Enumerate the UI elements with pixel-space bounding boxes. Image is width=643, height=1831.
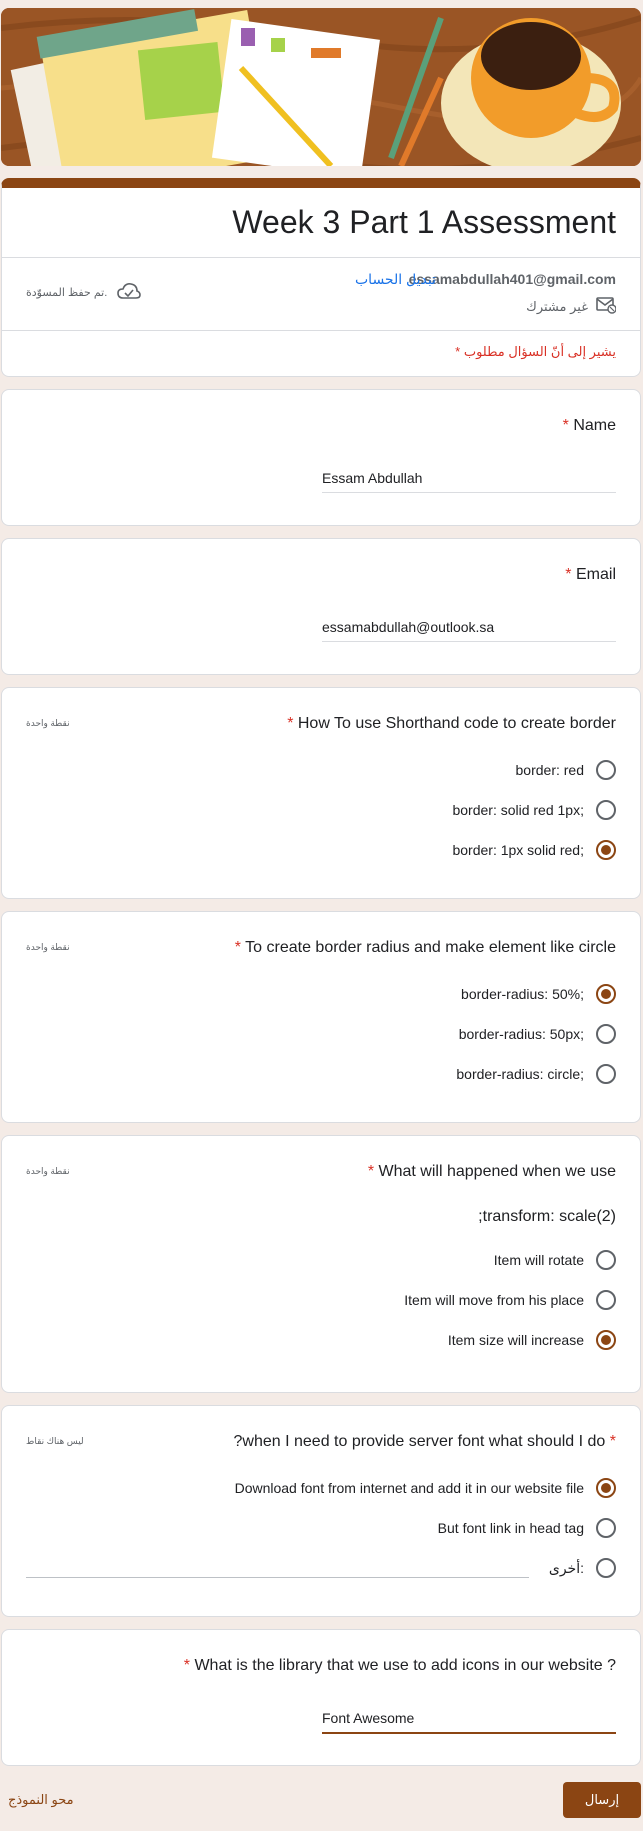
question-border-radius: * To create border radius and make eleme… xyxy=(1,911,641,1123)
question-subtitle: transform: scale(2); xyxy=(478,1208,616,1225)
not-shared-indicator: غير مشترك xyxy=(526,296,617,317)
question-title: * What will happened when we use xyxy=(367,1163,616,1180)
question-title: * when I need to provide server font wha… xyxy=(233,1433,616,1450)
radio-button-selected[interactable] xyxy=(596,840,616,860)
option-radio[interactable]: border: solid red 1px; xyxy=(26,790,616,830)
radio-button[interactable] xyxy=(596,760,616,780)
question-email: * Email essamabdullah@outlook.sa xyxy=(1,538,641,675)
cloud-check-icon xyxy=(117,282,142,303)
option-radio[interactable]: Item will move from his place xyxy=(26,1280,616,1320)
question-title: * How To use Shorthand code to create bo… xyxy=(287,715,616,732)
option-radio[interactable]: Download font from internet and add it i… xyxy=(26,1468,616,1508)
radio-button[interactable] xyxy=(596,1250,616,1270)
radio-button[interactable] xyxy=(596,1290,616,1310)
clear-form-button[interactable]: محو النموذج xyxy=(8,1792,74,1808)
radio-button-selected[interactable] xyxy=(596,984,616,1004)
not-shared-text: غير مشترك xyxy=(526,298,588,314)
other-text-input[interactable] xyxy=(26,1558,529,1578)
question-server-font: * when I need to provide server font wha… xyxy=(1,1405,641,1617)
icon-library-input[interactable]: Font Awesome xyxy=(322,1702,616,1734)
account-email: essamabdullah401@gmail.com xyxy=(408,271,616,287)
radio-button[interactable] xyxy=(596,1518,616,1538)
radio-button[interactable] xyxy=(596,800,616,820)
radio-button[interactable] xyxy=(596,1024,616,1044)
points-label: نقطة واحدة xyxy=(26,1166,70,1176)
question-title: * To create border radius and make eleme… xyxy=(234,939,616,956)
option-radio[interactable]: border-radius: 50%; xyxy=(26,974,616,1014)
option-other[interactable]: أخرى: xyxy=(26,1548,616,1588)
question-name: * Name Essam Abdullah xyxy=(1,389,641,526)
option-radio[interactable]: border: 1px solid red; xyxy=(26,830,616,870)
points-label: ليس هناك نقاط xyxy=(26,1436,84,1446)
draft-status: تم حفظ المسوّدة. xyxy=(26,282,142,303)
radio-button[interactable] xyxy=(596,1558,616,1578)
account-row: essamabdullah401@gmail.com تبديل الحساب … xyxy=(2,258,640,330)
points-label: نقطة واحدة xyxy=(26,942,70,952)
question-transform-scale: * What will happened when we use نقطة وا… xyxy=(1,1135,641,1393)
form-title: Week 3 Part 1 Assessment xyxy=(232,204,616,240)
option-radio[interactable]: But font link in head tag xyxy=(26,1508,616,1548)
option-radio[interactable]: border-radius: 50px; xyxy=(26,1014,616,1054)
submit-button[interactable]: إرسال xyxy=(563,1782,641,1818)
question-title: * What is the library that we use to add… xyxy=(183,1657,616,1674)
form-footer: إرسال محو النموذج xyxy=(0,1780,643,1820)
radio-button[interactable] xyxy=(596,1064,616,1084)
switch-account-link[interactable]: تبديل الحساب xyxy=(355,271,436,288)
question-icon-library: * What is the library that we use to add… xyxy=(1,1629,641,1766)
form-header-card: Week 3 Part 1 Assessment essamabdullah40… xyxy=(1,178,641,377)
email-input[interactable]: essamabdullah@outlook.sa xyxy=(322,611,616,642)
option-radio[interactable]: Item size will increase xyxy=(26,1320,616,1360)
radio-button-selected[interactable] xyxy=(596,1478,616,1498)
option-radio[interactable]: border: red xyxy=(26,750,616,790)
draft-saved-text: تم حفظ المسوّدة. xyxy=(26,287,108,299)
question-border-shorthand: * How To use Shorthand code to create bo… xyxy=(1,687,641,899)
required-note: * يشير إلى أنّ السؤال مطلوب xyxy=(455,344,616,359)
name-input[interactable]: Essam Abdullah xyxy=(322,462,616,493)
header-banner-image xyxy=(1,8,641,166)
question-title: * Name xyxy=(562,417,616,434)
points-label: نقطة واحدة xyxy=(26,718,70,728)
option-radio[interactable]: Item will rotate xyxy=(26,1240,616,1280)
mail-not-shared-icon xyxy=(596,296,617,317)
option-radio[interactable]: border-radius: circle; xyxy=(26,1054,616,1094)
radio-button-selected[interactable] xyxy=(596,1330,616,1350)
question-title: * Email xyxy=(565,566,616,583)
